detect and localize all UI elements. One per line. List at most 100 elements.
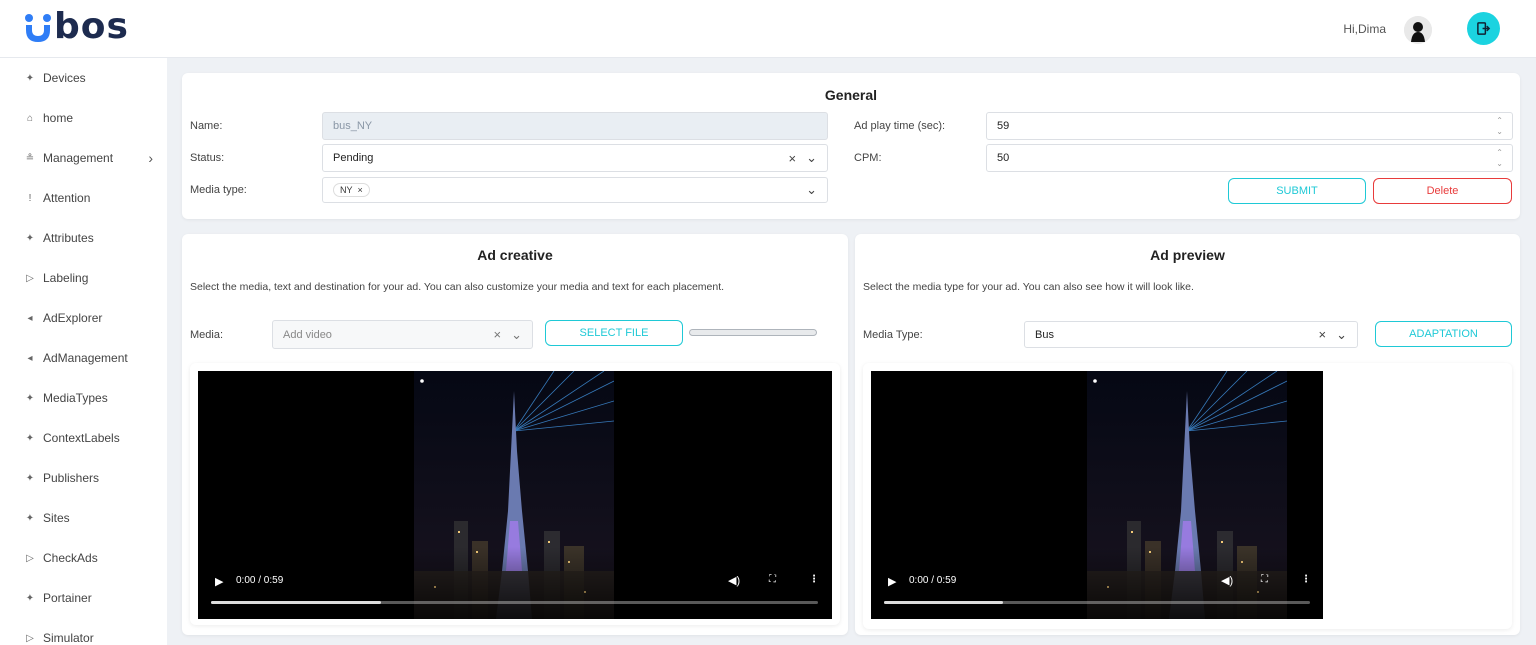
creative-video-player[interactable]: ▶ 0:00 / 0:59 ◀) ⛶ ⋮ xyxy=(198,371,832,619)
volume-icon[interactable]: ◀) xyxy=(1221,574,1233,587)
tag-icon: ▷ xyxy=(26,552,34,564)
top-bar: bos Hi,Dima xyxy=(0,0,1536,58)
number-spinner-icon[interactable]: ⌃ ⌄ xyxy=(1496,115,1503,137)
sparkle-icon: ✦ xyxy=(25,232,35,244)
sidebar-item-label: Devices xyxy=(43,71,86,85)
play-icon[interactable]: ▶ xyxy=(888,575,896,588)
media-type-chip[interactable]: NY × xyxy=(333,183,370,197)
sidebar-item-label: ContextLabels xyxy=(43,431,120,445)
more-options-icon[interactable]: ⋮ xyxy=(809,574,819,585)
clear-icon[interactable]: × xyxy=(1319,327,1327,342)
media-select[interactable]: Add video × ⌄ xyxy=(272,320,533,349)
sidebar-item-mediatypes[interactable]: ✦ MediaTypes xyxy=(0,378,167,418)
chevron-right-icon: › xyxy=(148,150,153,166)
ad-preview-card: Ad preview Select the media type for you… xyxy=(855,234,1520,635)
sidebar-item-label: MediaTypes xyxy=(43,391,108,405)
sidebar-item-labeling[interactable]: ▷ Labeling xyxy=(0,258,167,298)
logo-text: bos xyxy=(54,6,129,47)
sidebar-item-sites[interactable]: ✦ Sites xyxy=(0,498,167,538)
chevron-down-icon[interactable]: ⌄ xyxy=(806,182,817,198)
avatar[interactable] xyxy=(1404,16,1432,44)
general-title: General xyxy=(824,87,878,103)
sidebar-item-label: Portainer xyxy=(43,591,92,605)
chevron-down-icon[interactable]: ⌄ xyxy=(511,327,522,343)
submit-button[interactable]: SUBMIT xyxy=(1228,178,1366,204)
more-options-icon[interactable]: ⋮ xyxy=(1301,574,1311,585)
adaptation-button[interactable]: ADAPTATION xyxy=(1375,321,1512,347)
media-type-label: Media Type: xyxy=(863,329,923,341)
number-spinner-icon[interactable]: ⌃ ⌄ xyxy=(1496,147,1503,169)
video-controls: ▶ 0:00 / 0:59 ◀) ⛶ ⋮ xyxy=(871,547,1323,619)
home-icon: ⌂ xyxy=(26,112,34,124)
clear-icon[interactable]: × xyxy=(494,327,502,342)
status-select[interactable]: Pending × ⌄ xyxy=(322,144,828,172)
select-file-button[interactable]: SELECT FILE xyxy=(545,320,683,346)
volume-icon[interactable]: ◀) xyxy=(728,574,740,587)
sidebar-item-portainer[interactable]: ✦ Portainer xyxy=(0,578,167,618)
sidebar-item-label: AdExplorer xyxy=(43,311,103,325)
sparkle-icon: ✦ xyxy=(25,512,35,524)
ad-preview-description: Select the media type for your ad. You c… xyxy=(863,281,1194,293)
name-label: Name: xyxy=(190,120,223,132)
media-type-select[interactable]: NY × ⌄ xyxy=(322,177,828,203)
ubos-logo[interactable]: bos xyxy=(24,6,129,47)
preview-video-player[interactable]: ▶ 0:00 / 0:59 ◀) ⛶ ⋮ xyxy=(871,371,1323,619)
video-progress-fill xyxy=(211,601,381,604)
sidebar-item-label: Management xyxy=(43,151,114,165)
ad-preview-title: Ad preview xyxy=(1150,247,1225,263)
logo-mark-icon xyxy=(24,12,52,42)
media-label: Media: xyxy=(190,329,224,341)
sidebar-item-label: CheckAds xyxy=(43,551,98,565)
users-icon: ≗ xyxy=(25,152,35,164)
sidebar-item-admanagement[interactable]: ◂ AdManagement xyxy=(0,338,167,378)
logout-button[interactable] xyxy=(1467,12,1500,45)
ad-creative-title: Ad creative xyxy=(477,247,553,263)
tag-icon: ▷ xyxy=(26,272,34,284)
sidebar-item-publishers[interactable]: ✦ Publishers xyxy=(0,458,167,498)
video-progress-track[interactable] xyxy=(211,601,818,604)
sidebar-item-label: Simulator xyxy=(43,631,94,645)
sidebar-item-management[interactable]: ≗ Management › xyxy=(0,138,167,178)
chevron-down-icon[interactable]: ⌄ xyxy=(806,150,817,166)
video-controls: ▶ 0:00 / 0:59 ◀) ⛶ ⋮ xyxy=(198,547,832,619)
tag-icon: ▷ xyxy=(26,632,34,644)
sidebar-item-checkads[interactable]: ▷ CheckAds xyxy=(0,538,167,578)
sparkle-icon: ✦ xyxy=(25,432,35,444)
cpm-input[interactable]: 50 ⌃ ⌄ xyxy=(986,144,1513,172)
sidebar-item-home[interactable]: ⌂ home xyxy=(0,98,167,138)
chip-remove-icon[interactable]: × xyxy=(358,185,363,195)
sidebar-item-attributes[interactable]: ✦ Attributes xyxy=(0,218,167,258)
video-time: 0:00 / 0:59 xyxy=(909,575,957,586)
sidebar-item-label: Sites xyxy=(43,511,70,525)
preview-media-type-select[interactable]: Bus × ⌄ xyxy=(1024,321,1358,348)
sidebar-item-devices[interactable]: ✦ Devices xyxy=(0,58,167,98)
ad-creative-description: Select the media, text and destination f… xyxy=(190,281,725,293)
upload-progress-bar xyxy=(689,329,817,336)
sidebar-item-attention[interactable]: ! Attention xyxy=(0,178,167,218)
sparkle-icon: ✦ xyxy=(25,72,35,84)
play-icon[interactable]: ▶ xyxy=(215,575,223,588)
sidebar-item-label: Attention xyxy=(43,191,91,205)
name-field[interactable]: bus_NY xyxy=(322,112,828,140)
sparkle-icon: ✦ xyxy=(25,472,35,484)
video-progress-track[interactable] xyxy=(884,601,1310,604)
sidebar-item-contextlabels[interactable]: ✦ ContextLabels xyxy=(0,418,167,458)
video-time: 0:00 / 0:59 xyxy=(236,575,284,586)
user-greeting: Hi,Dima xyxy=(1343,22,1386,36)
fullscreen-icon[interactable]: ⛶ xyxy=(769,574,776,585)
play-time-input[interactable]: 59 ⌃ ⌄ xyxy=(986,112,1513,140)
play-time-label: Ad play time (sec): xyxy=(854,120,946,132)
preview-video-panel: ▶ 0:00 / 0:59 ◀) ⛶ ⋮ xyxy=(863,363,1512,629)
sidebar-item-label: AdManagement xyxy=(43,351,128,365)
ad-creative-card: Ad creative Select the media, text and d… xyxy=(182,234,848,635)
cpm-label: CPM: xyxy=(854,152,882,164)
creative-video-panel: ▶ 0:00 / 0:59 ◀) ⛶ ⋮ xyxy=(190,363,840,625)
clear-icon[interactable]: × xyxy=(789,151,797,166)
chevron-down-icon[interactable]: ⌄ xyxy=(1336,327,1347,343)
sidebar-item-simulator[interactable]: ▷ Simulator xyxy=(0,618,167,645)
sidebar-item-label: Publishers xyxy=(43,471,100,485)
general-card: General Name: bus_NY Status: Pending × ⌄ … xyxy=(182,73,1520,219)
delete-button[interactable]: Delete xyxy=(1373,178,1512,204)
fullscreen-icon[interactable]: ⛶ xyxy=(1261,574,1268,585)
sidebar-item-adexplorer[interactable]: ◂ AdExplorer xyxy=(0,298,167,338)
